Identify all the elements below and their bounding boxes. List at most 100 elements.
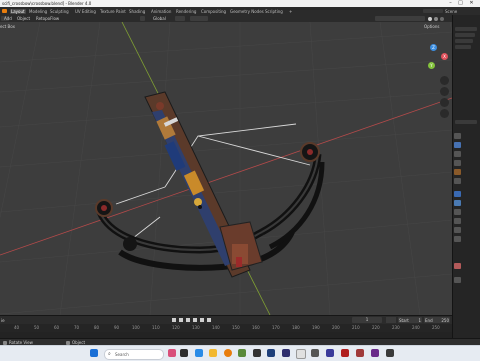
snap-toggle[interactable] (190, 16, 208, 21)
select-box-label[interactable]: ect Box (0, 24, 15, 29)
play-icon[interactable] (193, 318, 197, 322)
constraints-tab-icon[interactable] (454, 227, 461, 233)
tab-modeling[interactable]: Modeling (29, 9, 47, 14)
perspective-toggle-icon[interactable] (440, 109, 449, 118)
tab-sculpting[interactable]: Sculpting (50, 9, 69, 14)
crossbow-model[interactable] (95, 91, 325, 278)
end-frame-field[interactable]: End 250 (424, 317, 450, 323)
task-view-icon[interactable] (180, 349, 188, 357)
app-icon[interactable] (253, 349, 261, 357)
frame-tick: 240 (412, 325, 420, 330)
app-icon[interactable] (311, 349, 319, 357)
tab-shading[interactable]: Shading (129, 9, 145, 14)
app-icon[interactable] (296, 349, 306, 359)
tab-rendering[interactable]: Rendering (176, 9, 196, 14)
outliner-row[interactable] (455, 33, 475, 37)
scene-tab-icon[interactable] (454, 169, 461, 175)
minimize-icon[interactable]: – (446, 0, 455, 7)
timeline-ruler[interactable]: 40 50 60 70 80 90 100 110 120 130 140 15… (0, 324, 452, 332)
scene-label: Scene (445, 9, 458, 14)
frame-tick: 190 (312, 325, 320, 330)
close-icon[interactable]: ✕ (467, 0, 476, 7)
edge-browser-icon[interactable] (195, 349, 203, 357)
start-value: 1 (418, 318, 421, 323)
outliner-row[interactable] (455, 39, 473, 43)
taskbar-search[interactable]: ⌕ Search (104, 349, 164, 360)
widget-icon[interactable] (168, 349, 176, 357)
start-label: Start (399, 318, 409, 323)
3d-viewport[interactable]: Z X Y (0, 22, 452, 315)
object-menu[interactable]: Object (17, 16, 30, 21)
solid-shading-icon[interactable] (428, 16, 432, 21)
object-tab-icon[interactable] (454, 191, 461, 197)
zoom-icon[interactable] (440, 76, 449, 85)
preview-range-icon[interactable] (386, 317, 396, 323)
gizmo-y-icon[interactable]: Y (428, 62, 435, 69)
texture-tab-icon[interactable] (454, 277, 461, 283)
timeline-view-label[interactable]: ie (1, 318, 5, 323)
data-tab-icon[interactable] (454, 236, 461, 242)
frame-tick: 50 (34, 325, 40, 330)
acrobat-icon[interactable] (341, 349, 349, 357)
tab-uv-editing[interactable]: UV Editing (75, 9, 96, 14)
app-icon[interactable] (371, 349, 379, 357)
world-tab-icon[interactable] (454, 178, 461, 184)
maximize-icon[interactable]: □ (456, 0, 465, 7)
tool-tab-icon[interactable] (454, 133, 461, 139)
app-icon[interactable] (326, 349, 334, 357)
tab-scripting[interactable]: Scripting (265, 9, 283, 14)
properties-search[interactable] (455, 120, 477, 124)
render-tab-icon[interactable] (454, 142, 461, 148)
tab-layout[interactable]: Layout (10, 9, 26, 14)
photoshop-icon[interactable] (267, 349, 275, 357)
frame-tick: 200 (332, 325, 340, 330)
app-icon[interactable] (356, 349, 364, 357)
frame-tick: 170 (272, 325, 280, 330)
search-icon: ⌕ (108, 351, 111, 357)
viewport-scene[interactable] (0, 22, 452, 315)
blender-logo-icon[interactable] (2, 9, 7, 13)
gizmo-x-icon[interactable]: X (441, 53, 448, 60)
add-workspace-icon[interactable]: + (289, 9, 292, 14)
windows-start-icon[interactable] (90, 349, 98, 357)
app-icon[interactable] (282, 349, 290, 357)
prev-keyframe-icon[interactable] (179, 318, 183, 322)
tab-animation[interactable]: Animation (151, 9, 171, 14)
app-icon[interactable] (238, 349, 246, 357)
properties-panel[interactable] (452, 15, 480, 345)
camera-view-icon[interactable] (440, 98, 449, 107)
file-explorer-icon[interactable] (209, 349, 217, 357)
play-reverse-icon[interactable] (186, 318, 190, 322)
orientation-dropdown[interactable]: Global (153, 16, 166, 21)
orientation-icon[interactable] (140, 16, 145, 21)
start-frame-field[interactable]: Start 1 (398, 317, 422, 323)
render-shading-icon[interactable] (440, 16, 444, 21)
outliner-row[interactable] (455, 45, 471, 49)
view-layer-tab-icon[interactable] (454, 160, 461, 166)
scene-selector[interactable] (423, 9, 443, 13)
output-tab-icon[interactable] (454, 151, 461, 157)
pan-hand-icon[interactable] (440, 87, 449, 96)
gizmo-z-icon[interactable]: Z (430, 44, 437, 51)
particles-tab-icon[interactable] (454, 209, 461, 215)
retopoflow-menu[interactable]: RetopoFlow (36, 16, 59, 21)
physics-tab-icon[interactable] (454, 218, 461, 224)
viewport-subheader: ect Box Options (0, 22, 452, 30)
material-tab-icon[interactable] (454, 263, 461, 269)
current-frame-field[interactable]: 1 (352, 317, 382, 323)
app-icon[interactable] (386, 349, 394, 357)
viewport-gizmo-toggles[interactable] (375, 16, 425, 21)
next-keyframe-icon[interactable] (200, 318, 204, 322)
jump-start-icon[interactable] (172, 318, 176, 322)
modifier-tab-icon[interactable] (454, 200, 461, 206)
blender-taskbar-icon[interactable] (224, 349, 232, 357)
tab-compositing[interactable]: Compositing (201, 9, 226, 14)
outliner-row[interactable] (455, 27, 477, 31)
material-shading-icon[interactable] (434, 16, 438, 21)
jump-end-icon[interactable] (207, 318, 211, 322)
tab-geometry-nodes[interactable]: Geometry Nodes (230, 9, 264, 14)
add-menu[interactable]: Add (4, 16, 12, 21)
tab-texture-paint[interactable]: Texture Paint (100, 9, 126, 14)
options-dropdown[interactable]: Options (424, 24, 439, 29)
pivot-dropdown[interactable] (175, 16, 185, 21)
